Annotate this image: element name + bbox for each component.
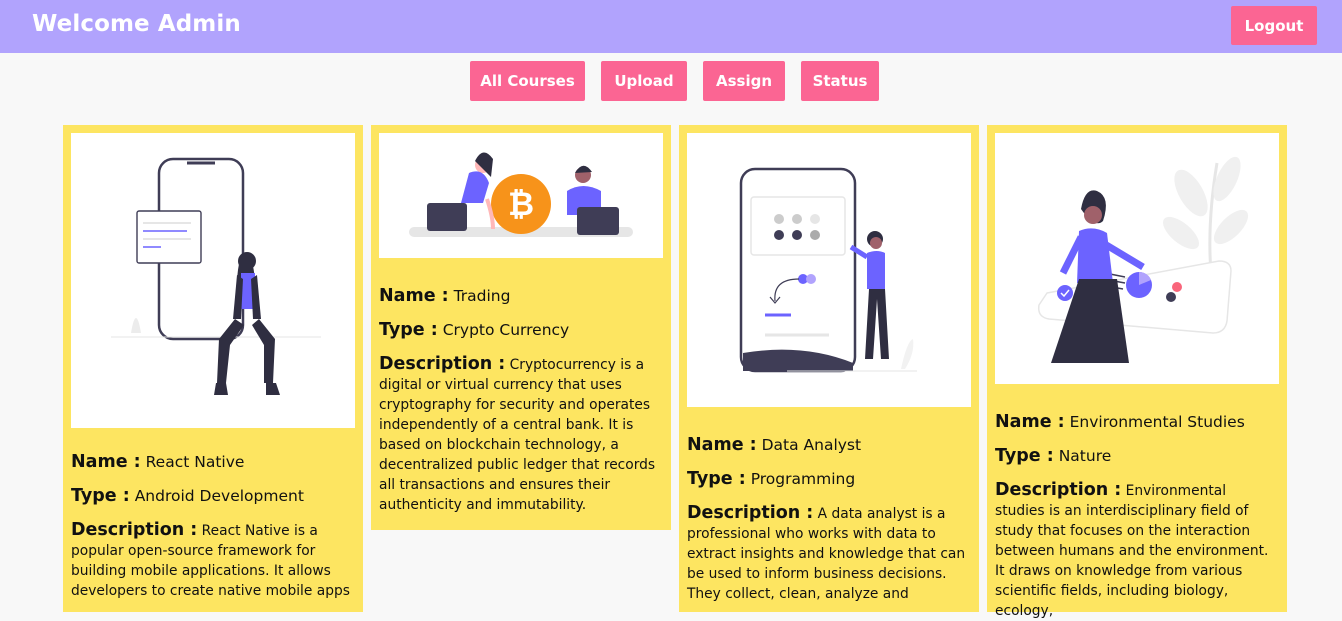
course-description: Description : A data analyst is a profes…: [687, 503, 971, 604]
name-label: Name :: [71, 452, 141, 472]
type-label: Type :: [995, 446, 1054, 466]
course-name: Name : Trading: [379, 286, 663, 306]
course-type-value: Android Development: [134, 487, 304, 505]
course-description: Description : React Native is a popular …: [71, 520, 355, 601]
course-type: Type : Programming: [687, 469, 971, 489]
woman-with-chart-board-illustration: [995, 133, 1279, 384]
course-name-value: Data Analyst: [761, 436, 862, 454]
nav-bar: All Courses Upload Assign Status: [0, 61, 1342, 101]
svg-text:₿: ₿: [508, 185, 534, 223]
course-type-value: Crypto Currency: [442, 321, 570, 339]
course-name-value: Trading: [453, 287, 511, 305]
course-type: Type : Android Development: [71, 486, 355, 506]
course-name: Name : Data Analyst: [687, 435, 971, 455]
course-name: Name : React Native: [71, 452, 355, 472]
status-button[interactable]: Status: [801, 61, 879, 101]
name-label: Name :: [379, 286, 449, 306]
course-card: Name : Data Analyst Type : Programming D…: [679, 125, 979, 612]
type-label: Type :: [71, 486, 130, 506]
name-label: Name :: [687, 435, 757, 455]
course-description-value: Cryptocurrency is a digital or virtual c…: [379, 357, 656, 513]
course-name-value: Environmental Studies: [1069, 413, 1245, 431]
woman-with-phone-dashboard-illustration: [687, 133, 971, 407]
course-type: Type : Crypto Currency: [379, 320, 663, 340]
description-label: Description :: [71, 520, 198, 540]
top-bar: Welcome Admin Logout: [0, 0, 1342, 53]
bitcoin-traders-illustration: ₿: [379, 133, 663, 258]
upload-button[interactable]: Upload: [601, 61, 687, 101]
course-type-value: Programming: [750, 470, 856, 488]
assign-button[interactable]: Assign: [703, 61, 785, 101]
type-label: Type :: [687, 469, 746, 489]
course-name: Name : Environmental Studies: [995, 412, 1279, 432]
course-card: Name : React Native Type : Android Devel…: [63, 125, 363, 612]
course-card: ₿ Name : Trading Type : Crypto Currency …: [371, 125, 671, 530]
course-type: Type : Nature: [995, 446, 1279, 466]
course-description: Description : Environmental studies is a…: [995, 480, 1279, 621]
page-title: Welcome Admin: [32, 11, 241, 37]
description-label: Description :: [995, 480, 1122, 500]
description-label: Description :: [379, 354, 506, 374]
name-label: Name :: [995, 412, 1065, 432]
course-name-value: React Native: [145, 453, 245, 471]
woman-sitting-by-phone-illustration: [71, 133, 355, 428]
all-courses-button[interactable]: All Courses: [470, 61, 585, 101]
course-description: Description : Cryptocurrency is a digita…: [379, 354, 663, 515]
logout-button[interactable]: Logout: [1231, 6, 1317, 45]
course-type-value: Nature: [1058, 447, 1112, 465]
course-description-value: Environmental studies is an interdiscipl…: [995, 483, 1269, 619]
type-label: Type :: [379, 320, 438, 340]
description-label: Description :: [687, 503, 814, 523]
course-card: Name : Environmental Studies Type : Natu…: [987, 125, 1287, 619]
